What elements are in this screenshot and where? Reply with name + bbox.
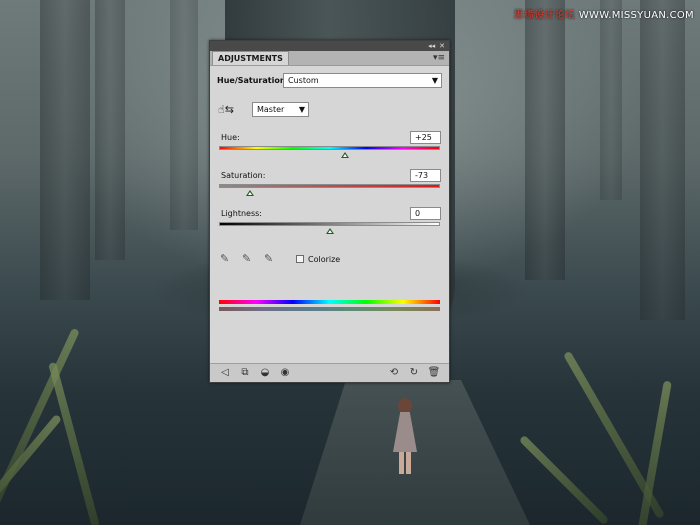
watermark-brand: 思缘设计论坛 — [513, 10, 576, 21]
panel-titlebar: ◂◂ ✕ — [210, 41, 449, 51]
little-girl-figure — [390, 398, 420, 478]
channel-dropdown[interactable]: Master ▼ — [252, 102, 309, 117]
visibility-eye-icon[interactable]: ◉ — [275, 366, 295, 380]
lightness-slider-group: Lightness: 0 — [217, 206, 442, 236]
eyedropper-icon[interactable]: ✎ — [220, 252, 242, 266]
girl-legs — [399, 452, 411, 474]
saturation-label: Saturation: — [221, 170, 266, 180]
hue-slider-track[interactable] — [219, 146, 440, 158]
lightness-slider-thumb[interactable] — [325, 228, 334, 234]
hue-label: Hue: — [221, 132, 240, 142]
targeted-adjustment-icon[interactable]: ☝⇆ — [218, 103, 236, 117]
clip-to-layer-icon[interactable]: ⧉ — [235, 366, 255, 380]
saturation-value-field[interactable]: -73 — [410, 168, 441, 182]
preset-dropdown[interactable]: Custom ▼ — [283, 72, 442, 88]
saturation-slider-track[interactable] — [219, 184, 440, 196]
grass-blade — [48, 361, 100, 525]
view-previous-icon[interactable]: ⟲ — [384, 366, 404, 380]
background-tree — [95, 0, 125, 260]
grass-blade — [518, 434, 610, 525]
panel-body: Hue/Saturation Custom ▼ ☝⇆ Master ▼ Hue:… — [210, 72, 449, 311]
channel-row: ☝⇆ Master ▼ — [217, 102, 442, 117]
reset-icon[interactable]: ↻ — [404, 366, 424, 380]
collapse-icon[interactable]: ◂◂ — [428, 41, 435, 51]
chevron-down-icon: ▼ — [431, 75, 438, 85]
lightness-label: Lightness: — [221, 208, 262, 218]
hue-value-field[interactable]: +25 — [410, 130, 441, 144]
delete-icon[interactable]: 🗑 — [424, 366, 444, 380]
color-spectrum-bars — [219, 300, 440, 311]
channel-value: Master — [257, 105, 285, 114]
colorize-checkbox[interactable] — [296, 255, 304, 263]
tab-adjustments[interactable]: ADJUSTMENTS — [212, 51, 289, 65]
lightness-slider-track[interactable] — [219, 222, 440, 234]
panel-tab-row: ADJUSTMENTS ▾≡ — [210, 51, 449, 66]
output-spectrum-bar — [219, 307, 440, 311]
watermark: 思缘设计论坛 WWW.MISSYUAN.COM — [514, 6, 694, 21]
adjustments-panel: ◂◂ ✕ ADJUSTMENTS ▾≡ Hue/Saturation Custo… — [209, 40, 450, 383]
lightness-value-field[interactable]: 0 — [410, 206, 441, 220]
preset-value: Custom — [288, 75, 319, 85]
hue-slider-group: Hue: +25 — [217, 130, 442, 160]
input-spectrum-bar — [219, 300, 440, 304]
colorize-label: Colorize — [308, 254, 341, 264]
hue-slider-thumb[interactable] — [340, 152, 349, 158]
panel-menu-icon[interactable]: ▾≡ — [433, 53, 445, 63]
background-tree — [40, 0, 90, 300]
background-tree — [525, 0, 565, 280]
back-arrow-icon[interactable]: ◁ — [215, 366, 235, 380]
watermark-url: WWW.MISSYUAN.COM — [578, 10, 694, 21]
eyedropper-minus-icon[interactable]: ✎ — [264, 252, 286, 266]
colorize-option[interactable]: Colorize — [296, 255, 340, 264]
mask-icon[interactable]: ◒ — [255, 366, 275, 380]
girl-head — [398, 398, 412, 414]
saturation-slider-thumb[interactable] — [245, 190, 254, 196]
background-tree — [600, 0, 622, 200]
background-tree — [640, 0, 685, 320]
eyedropper-row: ✎ ✎ ✎ Colorize — [217, 252, 442, 266]
preset-row: Hue/Saturation Custom ▼ — [217, 72, 442, 88]
girl-dress — [393, 412, 417, 452]
panel-bottom-toolbar: ◁ ⧉ ◒ ◉ ⟲ ↻ 🗑 — [210, 363, 449, 382]
background-tree — [170, 0, 198, 230]
eyedropper-plus-icon[interactable]: ✎ — [242, 252, 264, 266]
adjustment-title: Hue/Saturation — [217, 75, 286, 85]
saturation-slider-group: Saturation: -73 — [217, 168, 442, 198]
close-icon[interactable]: ✕ — [439, 41, 445, 51]
chevron-down-icon: ▼ — [298, 105, 305, 114]
